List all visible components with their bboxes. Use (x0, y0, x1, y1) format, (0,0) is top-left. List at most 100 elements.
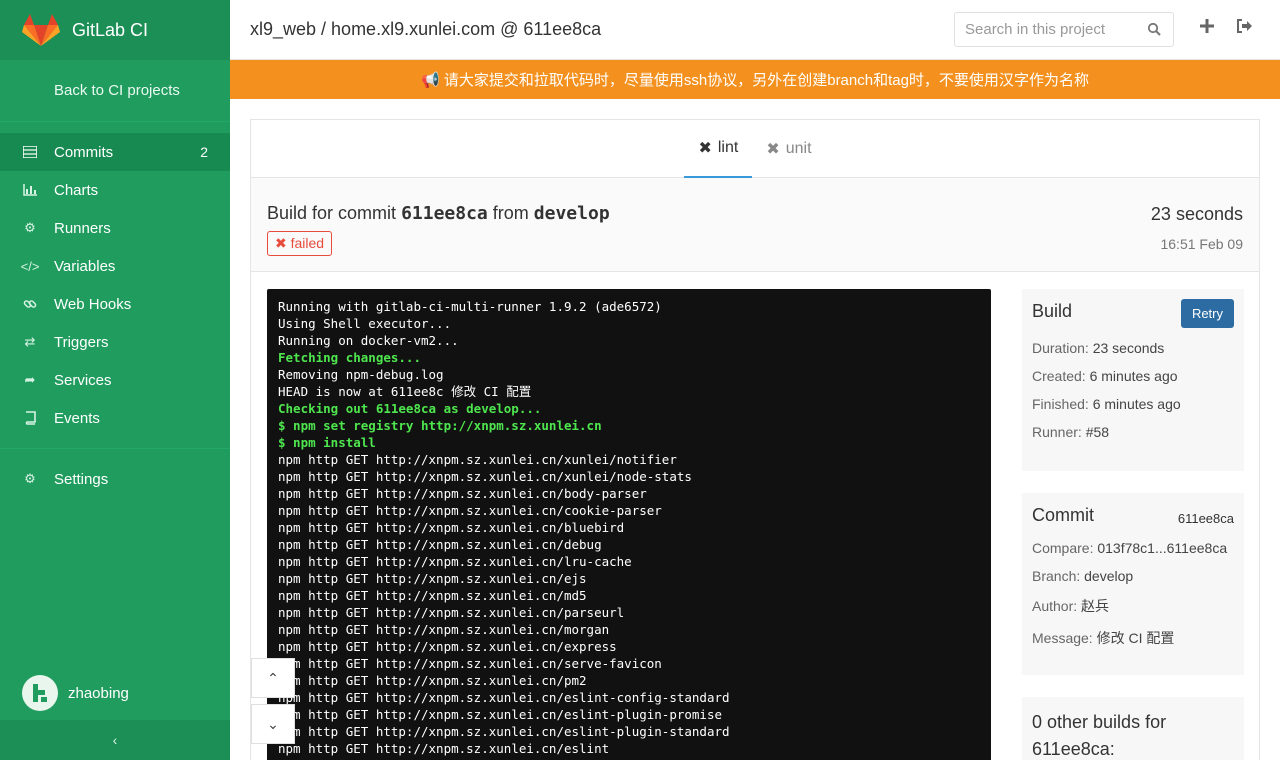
sign-out-button[interactable] (1236, 18, 1253, 39)
sidebar-item-charts[interactable]: Charts (0, 171, 230, 209)
log-line: Using Shell executor... (278, 316, 452, 331)
new-project-button[interactable] (1199, 18, 1215, 39)
sidebar-divider (0, 448, 230, 449)
sidebar-item-label: Runners (54, 219, 111, 237)
log-line: Running on docker-vm2... (278, 333, 459, 348)
chevron-left-icon: ‹ (112, 732, 118, 748)
log-line: npm http GET http://xnpm.sz.xunlei.cn/ej… (278, 571, 587, 586)
commit-message-row: Message: 修改 CI 配置 (1032, 630, 1175, 646)
compare-link[interactable]: 013f78c1...611ee8ca (1097, 540, 1227, 556)
sidebar-item-events[interactable]: Events (0, 399, 230, 437)
build-branch[interactable]: develop (534, 203, 610, 224)
times-icon: ✖ (275, 235, 287, 251)
retweet-icon: ⇄ (24, 334, 36, 349)
other-builds-panel: 0 other builds for 611ee8ca: (1022, 697, 1244, 760)
log-line: npm http GET http://xnpm.sz.xunlei.cn/es… (278, 741, 610, 756)
commits-count: 2 (200, 144, 208, 160)
log-line: npm http GET http://xnpm.sz.xunlei.cn/es… (278, 690, 730, 705)
log-line: npm http GET http://xnpm.sz.xunlei.cn/es… (278, 707, 723, 722)
build-duration-row: Duration: 23 seconds (1032, 340, 1165, 356)
log-line: npm http GET http://xnpm.sz.xunlei.cn/co… (278, 503, 662, 518)
sidebar-item-services[interactable]: ➦ Services (0, 361, 230, 399)
sidebar-item-triggers[interactable]: ⇄ Triggers (0, 323, 230, 361)
log-line: npm http GET http://xnpm.sz.xunlei.cn/lr… (278, 554, 632, 569)
log-line: $ npm set registry http://xnpm.sz.xunlei… (278, 418, 602, 433)
retry-button[interactable]: Retry (1180, 299, 1234, 328)
status-label: failed (290, 235, 325, 251)
search-placeholder: Search in this project (965, 21, 1106, 38)
build-finished-row: Finished: 6 minutes ago (1032, 396, 1181, 412)
sign-out-icon (1237, 19, 1252, 33)
page-title: xl9_web / home.xl9.xunlei.com @ 611ee8ca (250, 19, 602, 39)
tab-label: lint (717, 139, 739, 156)
announcement-banner: 📢 请大家提交和拉取代码时，尽量使用ssh协议，另外在创建branch和tag时… (230, 60, 1280, 99)
tab-lint[interactable]: ✖ lint (684, 120, 753, 178)
tab-label: unit (785, 140, 812, 157)
tab-unit[interactable]: ✖ unit (752, 120, 825, 178)
status-badge: ✖ failed (267, 231, 333, 256)
back-to-ci-projects-link[interactable]: Back to CI projects (0, 60, 230, 122)
sidebar-item-runners[interactable]: ⚙ Runners (0, 209, 230, 247)
gitlab-logo-icon (22, 14, 60, 46)
log-line: npm http GET http://xnpm.sz.xunlei.cn/pa… (278, 605, 625, 620)
build-commit-sha[interactable]: 611ee8ca (401, 203, 488, 224)
brand[interactable]: GitLab CI (0, 0, 230, 60)
build-log-terminal: Running with gitlab-ci-multi-runner 1.9.… (267, 289, 991, 760)
brand-name: GitLab CI (72, 19, 149, 40)
commit-sha[interactable]: 611ee8ca (1178, 511, 1234, 526)
top-header: xl9_web / home.xl9.xunlei.com @ 611ee8ca… (230, 0, 1280, 60)
log-line: $ npm install (278, 435, 376, 450)
build-created-row: Created: 6 minutes ago (1032, 368, 1178, 384)
sidebar-item-commits[interactable]: Commits 2 (0, 133, 230, 171)
times-icon: ✖ (698, 140, 712, 157)
scroll-bottom-button[interactable]: ⌄ (251, 704, 295, 744)
build-title: Build for commit 611ee8ca from develop (267, 203, 610, 224)
log-line: HEAD is now at 611ee8c 修改 CI 配置 (278, 384, 532, 399)
search-input[interactable]: Search in this project (954, 12, 1174, 47)
log-line: npm http GET http://xnpm.sz.xunlei.cn/mo… (278, 622, 610, 637)
scroll-top-button[interactable]: ⌃ (251, 658, 295, 698)
search-icon (1147, 22, 1161, 36)
build-runner-row: Runner: #58 (1032, 424, 1110, 440)
log-line: npm http GET http://xnpm.sz.xunlei.cn/xu… (278, 469, 692, 484)
collapse-sidebar-button[interactable]: ‹ (0, 720, 230, 760)
build-content: ✖ lint ✖ unit Build for commit 611ee8ca … (250, 119, 1260, 760)
build-info-panel: Build Retry Duration: 23 seconds Created… (1022, 289, 1244, 471)
log-line: npm http GET http://xnpm.sz.xunlei.cn/de… (278, 537, 602, 552)
runner-link[interactable]: #58 (1086, 424, 1109, 440)
sidebar-item-label: Triggers (54, 333, 109, 351)
code-icon: </> (20, 258, 40, 274)
log-line: Removing npm-debug.log (278, 367, 444, 382)
sidebar-item-label: Variables (54, 257, 116, 275)
sidebar: GitLab CI Back to CI projects Commits 2 … (0, 0, 230, 760)
sidebar-item-variables[interactable]: </> Variables (0, 247, 230, 285)
plus-icon (1200, 19, 1214, 33)
gear-icon: ⚙ (24, 220, 36, 235)
chevron-up-icon: ⌃ (267, 669, 279, 686)
current-user[interactable]: zhaobing (22, 675, 129, 711)
log-line: npm http GET http://xnpm.sz.xunlei.cn/bl… (278, 520, 625, 535)
sidebar-item-label: Charts (54, 181, 99, 199)
list-icon (22, 144, 38, 160)
book-icon (22, 410, 38, 426)
sidebar-item-web-hooks[interactable]: Web Hooks (0, 285, 230, 323)
link-icon (22, 296, 38, 312)
log-line: npm http GET http://xnpm.sz.xunlei.cn/es… (278, 724, 730, 739)
build-header: Build for commit 611ee8ca from develop ✖… (251, 178, 1259, 272)
log-line: npm http GET http://xnpm.sz.xunlei.cn/se… (278, 656, 662, 671)
log-line: npm http GET http://xnpm.sz.xunlei.cn/md… (278, 588, 587, 603)
commit-info-panel: Commit 611ee8ca Compare: 013f78c1...611e… (1022, 493, 1244, 675)
log-line: npm http GET http://xnpm.sz.xunlei.cn/xu… (278, 452, 677, 467)
other-builds-title: 0 other builds for 611ee8ca: (1032, 712, 1167, 759)
build-title-prefix: Build for commit (267, 203, 397, 223)
build-tabs: ✖ lint ✖ unit (251, 120, 1259, 178)
commit-author-row: Author: 赵兵 (1032, 598, 1110, 614)
log-line: npm http GET http://xnpm.sz.xunlei.cn/ex… (278, 639, 617, 654)
sidebar-nav: Commits 2 Charts ⚙ Runners </> Variables… (0, 133, 230, 498)
username: zhaobing (68, 684, 129, 702)
sidebar-item-settings[interactable]: ⚙ Settings (0, 460, 230, 498)
build-time: 16:51 Feb 09 (1160, 236, 1243, 252)
build-duration: 23 seconds (1150, 204, 1243, 224)
sidebar-item-label: Settings (54, 470, 109, 488)
commit-compare-row: Compare: 013f78c1...611ee8ca (1032, 540, 1228, 556)
